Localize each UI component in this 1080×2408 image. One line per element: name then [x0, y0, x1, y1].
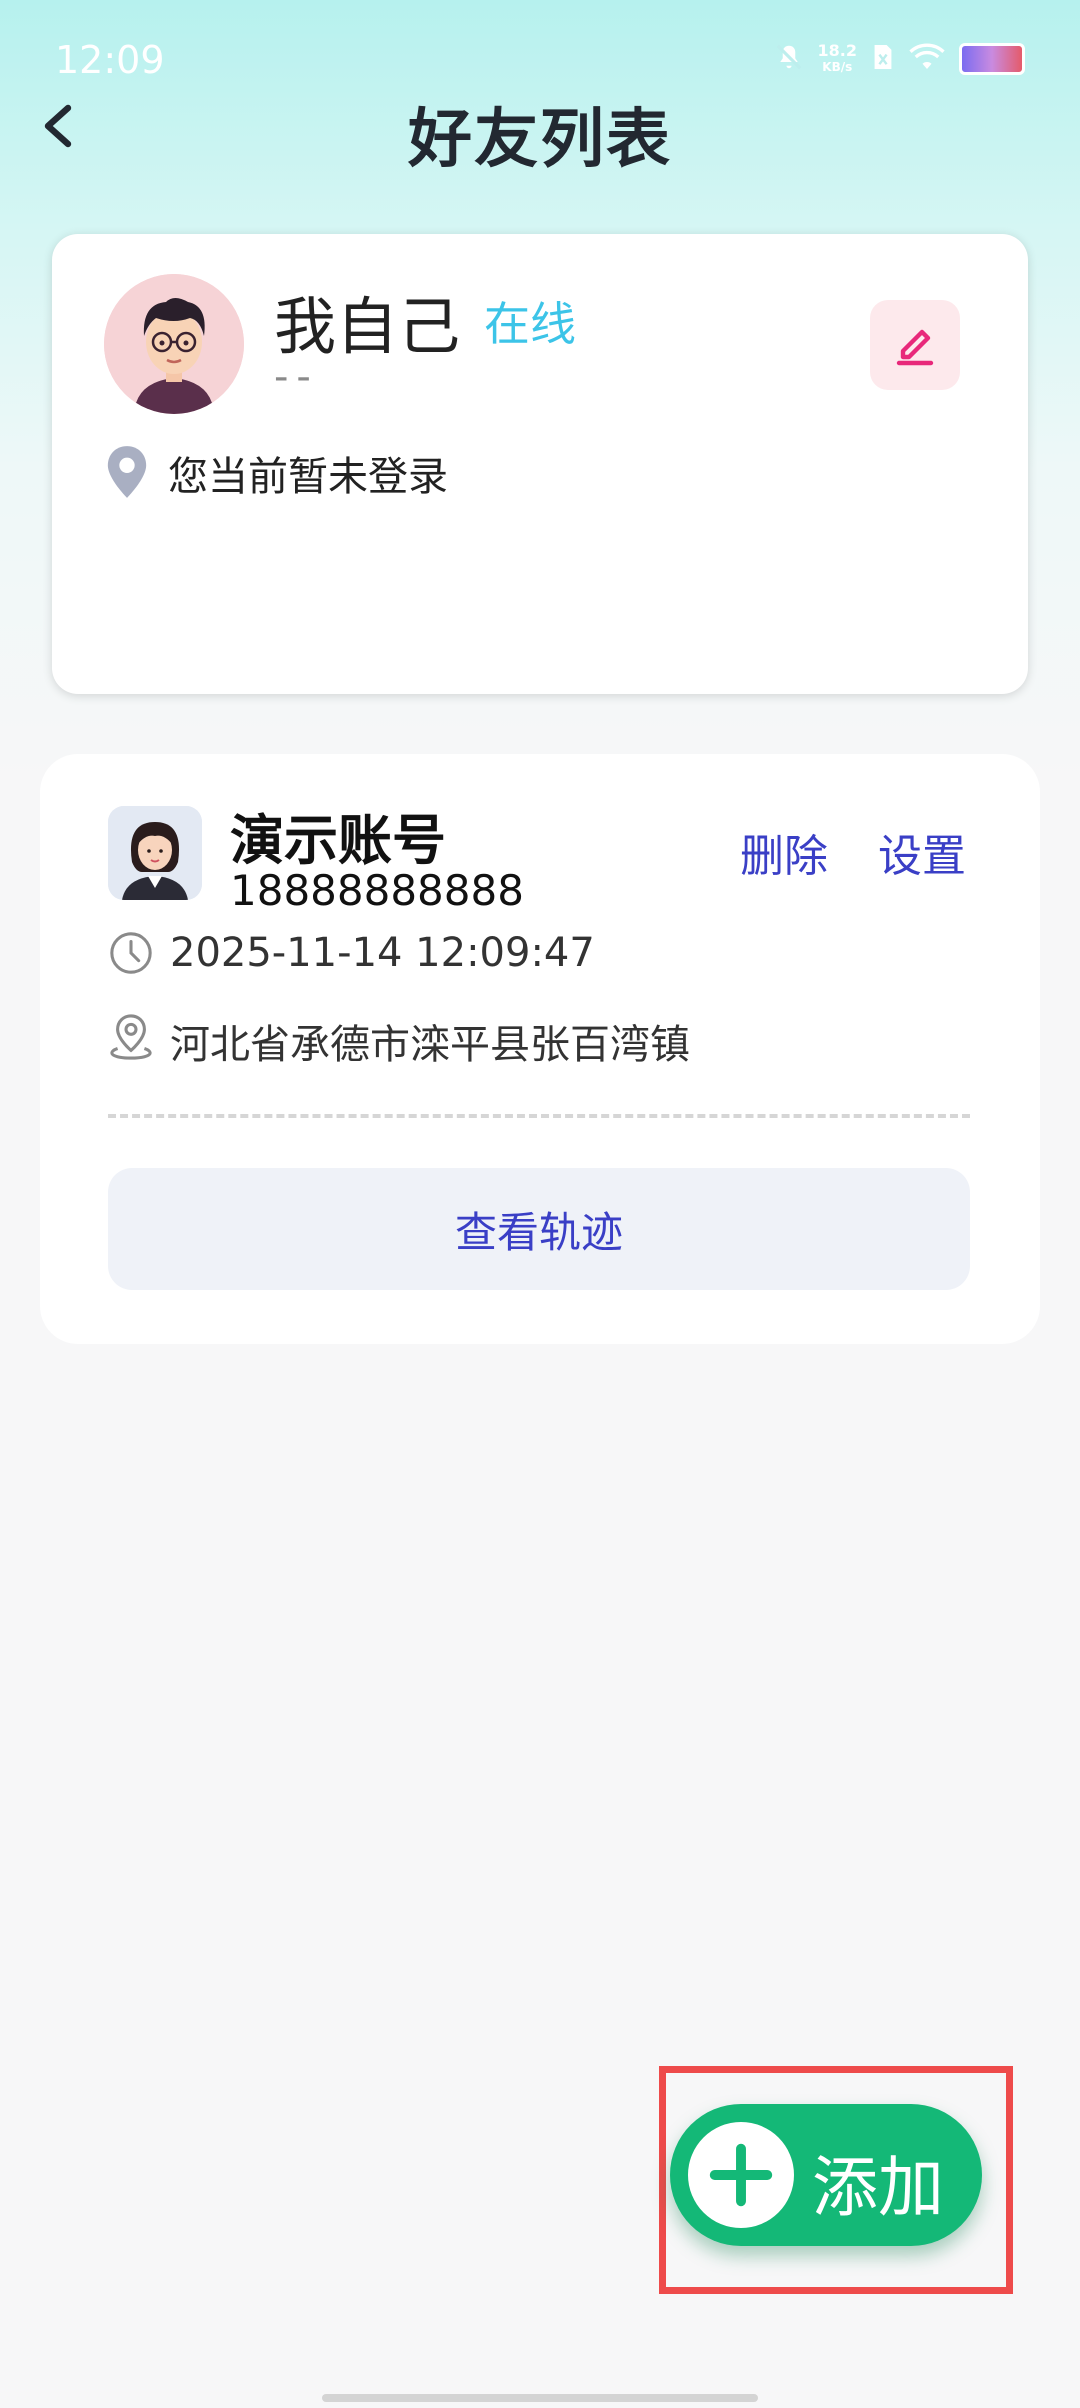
self-location-text: 您当前暂未登录: [168, 454, 448, 500]
friend-avatar: [108, 806, 202, 900]
home-indicator[interactable]: [322, 2394, 758, 2402]
friend-card: 演示账号 18888888888 删除 设置 2025-11-14 12:09:…: [40, 754, 1040, 1344]
self-card[interactable]: 我自己 在线 -- 您当前暂未登录: [52, 234, 1028, 694]
plus-icon: [688, 2122, 794, 2228]
mute-bell-icon: [774, 42, 804, 76]
add-friend-button[interactable]: 添加: [670, 2104, 982, 2246]
speed-unit: KB/s: [822, 60, 853, 74]
self-name: 我自己: [274, 290, 461, 363]
online-status: 在线: [484, 297, 576, 351]
view-track-button[interactable]: 查看轨迹: [108, 1168, 970, 1290]
speed-value: 18.2: [817, 41, 857, 60]
location-pin-icon: [104, 444, 150, 500]
friend-last-time: 2025-11-14 12:09:47: [170, 930, 595, 976]
edit-button[interactable]: [870, 300, 960, 390]
network-speed: 18.2 KB/s: [818, 43, 857, 75]
delete-button[interactable]: 删除: [740, 820, 828, 884]
location-outline-icon: [108, 1012, 154, 1062]
self-subtitle: --: [274, 354, 319, 400]
status-time: 12:09: [55, 38, 165, 82]
page-title: 好友列表: [408, 103, 672, 177]
add-button-label: 添加: [812, 2149, 944, 2226]
status-icons: 18.2 KB/s: [774, 42, 1025, 76]
dashed-divider: [108, 1114, 970, 1118]
battery-icon: [959, 43, 1025, 75]
clock-icon: [108, 930, 154, 976]
friend-name: 演示账号: [230, 809, 446, 872]
pencil-icon: [891, 319, 939, 371]
settings-button[interactable]: 设置: [878, 820, 966, 884]
friend-phone: 18888888888: [230, 866, 524, 915]
wifi-icon: [909, 43, 945, 75]
sim-card-icon: [871, 42, 895, 76]
avatar: [104, 274, 244, 414]
friend-location: 河北省承德市滦平县张百湾镇: [170, 1022, 690, 1068]
